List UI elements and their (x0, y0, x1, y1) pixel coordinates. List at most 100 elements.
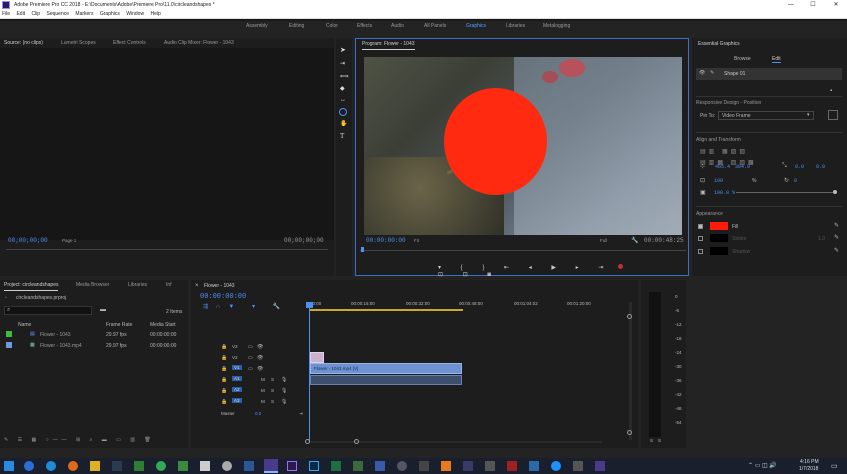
menu-file[interactable]: File (2, 11, 10, 17)
track-header-v1[interactable]: 🔒 V1 ▭ 👁 (215, 364, 305, 374)
opacity-slider[interactable] (736, 192, 836, 193)
vlc-icon[interactable] (441, 461, 451, 471)
label-color-swatch[interactable] (6, 342, 12, 348)
app-icon[interactable] (244, 461, 254, 471)
video-clip[interactable]: Flower - 1043.mp4 [V] (310, 363, 462, 374)
track-header-a1[interactable]: 🔒 A1 M S 🎙 (215, 375, 305, 385)
lock-icon[interactable]: 🔒 (221, 399, 227, 405)
fill-checkbox[interactable] (698, 224, 703, 229)
ripple-edit-tool-icon[interactable]: ⟺ (340, 73, 349, 80)
red-circle-shape[interactable] (444, 88, 547, 195)
workspace-effects[interactable]: Effects (357, 23, 372, 29)
track-label[interactable]: A3 (232, 398, 242, 403)
timeline-tools[interactable]: ⇶∩▼ ▾ 🔧 (203, 303, 288, 310)
menu-window[interactable]: Window (126, 11, 144, 17)
column-name[interactable]: Name (18, 322, 31, 328)
calculator-icon[interactable] (200, 461, 210, 471)
app-icon[interactable] (397, 461, 407, 471)
column-media-start[interactable]: Media Start (150, 322, 176, 328)
position-x-value[interactable]: 465.4 (715, 164, 730, 170)
audio-clip[interactable] (310, 375, 462, 385)
source-page-select[interactable]: Page 1 (62, 238, 76, 243)
app-icon[interactable] (222, 461, 232, 471)
lock-icon[interactable]: 🔒 (221, 366, 227, 372)
table-row[interactable]: ▤ Flower - 1043 29.97 fps 00:00:00:00 (0, 329, 188, 340)
track-header-a3[interactable]: 🔒 A3 M S 🎙 (215, 397, 305, 407)
menu-edit[interactable]: Edit (16, 11, 25, 17)
eye-icon[interactable]: 👁 (257, 355, 263, 361)
program-scrubber[interactable] (360, 250, 686, 251)
track-select-tool-icon[interactable]: ⇥ (340, 60, 345, 67)
workspace-assembly[interactable]: Assembly (246, 23, 268, 29)
close-icon[interactable]: × (195, 283, 199, 289)
timeline-vertical-scrollbar[interactable] (629, 302, 632, 440)
slip-tool-icon[interactable]: ↔ (340, 97, 346, 103)
tab-browse[interactable]: Browse (734, 56, 751, 62)
zoom-handle[interactable] (305, 439, 310, 444)
sync-icon[interactable]: ▭ (248, 344, 253, 350)
premiere-taskbar-icon[interactable] (264, 459, 278, 473)
chrome-icon[interactable] (156, 461, 166, 471)
edge-icon[interactable] (24, 461, 34, 471)
workspace-metalogging[interactable]: Metalogging (543, 23, 570, 29)
new-bin-icon[interactable]: ▬ (100, 307, 106, 313)
tab-project[interactable]: Project: circleandshapes (4, 280, 59, 291)
notification-icon[interactable]: ▭ (831, 462, 838, 470)
sync-icon[interactable]: ▭ (248, 366, 253, 372)
stroke-checkbox[interactable] (698, 236, 703, 241)
fill-color-swatch[interactable] (710, 222, 728, 230)
system-tray-icons[interactable]: ⌃ ▭ ◫ 🔊 (748, 462, 777, 469)
tab-audio-clip-mixer[interactable]: Audio Clip Mixer: Flower - 1043 (164, 38, 234, 48)
column-frame-rate[interactable]: Frame Rate (106, 322, 132, 328)
eyedropper-icon[interactable]: ✎ (834, 222, 839, 229)
firefox-icon[interactable] (68, 461, 78, 471)
eye-icon[interactable]: 👁 (257, 344, 263, 350)
app-icon[interactable] (529, 461, 539, 471)
microphone-icon[interactable]: 🎙 (281, 399, 287, 405)
excel-icon[interactable] (331, 461, 341, 471)
scroll-handle[interactable] (627, 314, 632, 319)
solo-right-button[interactable]: S (658, 438, 661, 443)
solo-button[interactable]: S (271, 388, 274, 393)
after-effects-icon[interactable] (287, 461, 297, 471)
app-icon[interactable] (573, 461, 583, 471)
lock-icon[interactable]: 🔒 (221, 355, 227, 361)
scale-value[interactable]: 100 (714, 178, 723, 184)
menu-graphics[interactable]: Graphics (100, 11, 120, 17)
align-buttons[interactable]: ▤▥ ▦▧▨ (700, 148, 748, 155)
close-button[interactable]: ✕ (825, 0, 847, 10)
clock-time[interactable]: 4:16 PM (800, 459, 819, 465)
clock-date[interactable]: 1/7/2018 (799, 466, 818, 472)
record-icon[interactable] (618, 264, 623, 269)
solo-left-button[interactable]: S (650, 438, 653, 443)
selection-tool-icon[interactable]: ➤ (340, 46, 346, 54)
stroke-color-swatch[interactable] (710, 234, 728, 242)
app-icon[interactable] (551, 461, 561, 471)
maximize-button[interactable]: ☐ (802, 0, 824, 10)
track-header-v3[interactable]: 🔒 V3 ▭ 👁 (215, 342, 305, 352)
source-timecode[interactable]: 00;00;00;00 (8, 237, 48, 244)
razor-tool-icon[interactable]: ◆ (340, 85, 345, 92)
minimize-button[interactable]: — (780, 0, 802, 10)
eyedropper-icon[interactable]: ✎ (834, 247, 839, 254)
track-header-a2[interactable]: 🔒 A2 M S 🎙 (215, 386, 305, 396)
program-fit-select[interactable]: Fit (414, 238, 419, 243)
eye-icon[interactable]: 👁 (257, 366, 263, 372)
anchor-y-value[interactable]: 0.0 (816, 164, 825, 170)
track-label[interactable]: V1 (232, 365, 242, 370)
workspace-all-panels[interactable]: All Panels (424, 23, 446, 29)
playhead-marker[interactable] (361, 247, 364, 252)
eye-icon[interactable]: 👁 (699, 70, 705, 76)
workspace-audio[interactable]: Audio (391, 23, 404, 29)
hand-tool-icon[interactable]: ✋ (340, 120, 347, 127)
position-y-value[interactable]: 304.9 (735, 164, 750, 170)
stroke-width-value[interactable]: 1.0 (818, 236, 825, 242)
solo-button[interactable]: S (271, 377, 274, 382)
project-bottom-toolbar[interactable]: ✎ ☰ ▦ ○—— ⊞ ⌕ ▬ ▭ ▥ 🗑 (4, 437, 184, 445)
track-header-v2[interactable]: 🔒 V2 ▭ 👁 (215, 353, 305, 363)
program-transport-controls[interactable]: ▾ { } ⇤ ◂ ▶ ▸ ⇥ ⊡ ⊡ ◙ (438, 264, 628, 278)
tab-libraries[interactable]: Libraries (128, 280, 147, 290)
eyedropper-icon[interactable]: ✎ (834, 234, 839, 241)
tab-edit[interactable]: Edit (772, 56, 781, 63)
microphone-icon[interactable]: 🎙 (281, 377, 287, 383)
